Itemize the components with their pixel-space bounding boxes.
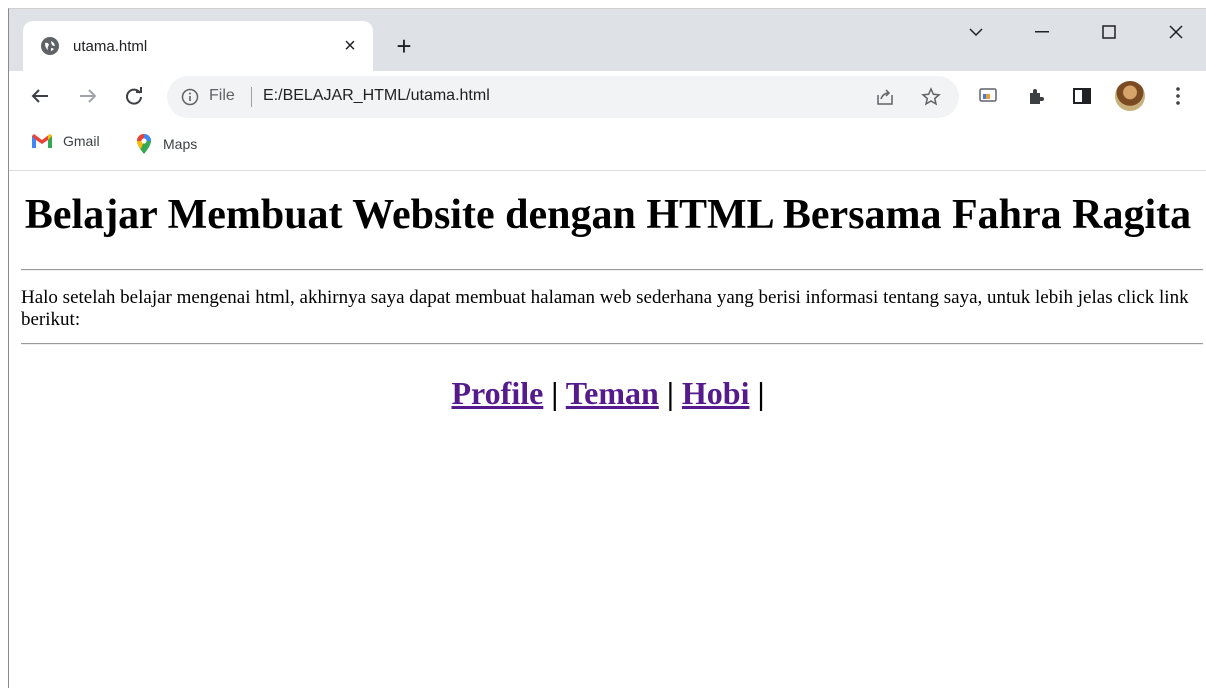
divider-bottom [21, 343, 1203, 345]
bookmark-maps-label: Maps [163, 136, 198, 152]
share-icon[interactable] [875, 87, 895, 107]
info-icon[interactable] [181, 88, 199, 106]
new-tab-button[interactable]: + [389, 31, 419, 61]
tab-strip: utama.html × + [9, 9, 1206, 71]
nav-links: Profile | Teman | Hobi | [9, 375, 1206, 412]
intro-paragraph: Halo setelah belajar mengenai html, akhi… [21, 287, 1189, 330]
bookmark-gmail[interactable]: Gmail [31, 133, 100, 149]
link-separator: | [551, 375, 559, 411]
page-content: Belajar Membuat Website dengan HTML Bers… [9, 171, 1206, 688]
link-hobi[interactable]: Hobi [682, 375, 750, 411]
close-window-icon[interactable] [1153, 15, 1199, 49]
maximize-icon[interactable] [1086, 15, 1132, 49]
omnibox-divider [251, 87, 252, 107]
tab-title: utama.html [73, 37, 148, 55]
globe-icon [41, 37, 59, 55]
link-profile[interactable]: Profile [451, 375, 543, 411]
avatar[interactable] [1115, 81, 1145, 111]
link-separator: | [757, 375, 765, 411]
bookmark-gmail-label: Gmail [63, 133, 100, 149]
bookmarks-bar: Gmail Maps [9, 121, 1206, 171]
forward-arrow-icon[interactable] [75, 83, 101, 109]
page-heading: Belajar Membuat Website dengan HTML Bers… [24, 192, 1192, 238]
media-router-icon[interactable] [977, 85, 999, 107]
close-tab-icon[interactable]: × [339, 35, 361, 57]
maps-icon [137, 134, 151, 154]
extensions-puzzle-icon[interactable] [1025, 85, 1047, 107]
link-teman[interactable]: Teman [566, 375, 659, 411]
tab-utama[interactable]: utama.html × [23, 21, 373, 71]
bookmark-maps[interactable]: Maps [135, 133, 197, 155]
back-arrow-icon[interactable] [27, 83, 53, 109]
link-separator: | [666, 375, 674, 411]
side-panel-icon[interactable] [1071, 85, 1093, 107]
address-bar[interactable]: File E:/BELAJAR_HTML/utama.html [167, 76, 959, 118]
browser-window: utama.html × + File E:/BELAJAR_HTML/utam… [8, 8, 1206, 688]
minimize-icon[interactable] [1019, 15, 1065, 49]
more-menu-icon[interactable] [1167, 85, 1189, 107]
gmail-icon [32, 134, 52, 148]
bookmark-star-icon[interactable] [921, 87, 941, 107]
toolbar: File E:/BELAJAR_HTML/utama.html [9, 71, 1206, 121]
tab-search-icon[interactable] [953, 15, 999, 49]
reload-icon[interactable] [121, 83, 147, 109]
url-text[interactable]: E:/BELAJAR_HTML/utama.html [263, 87, 490, 105]
scheme-label: File [209, 87, 235, 104]
